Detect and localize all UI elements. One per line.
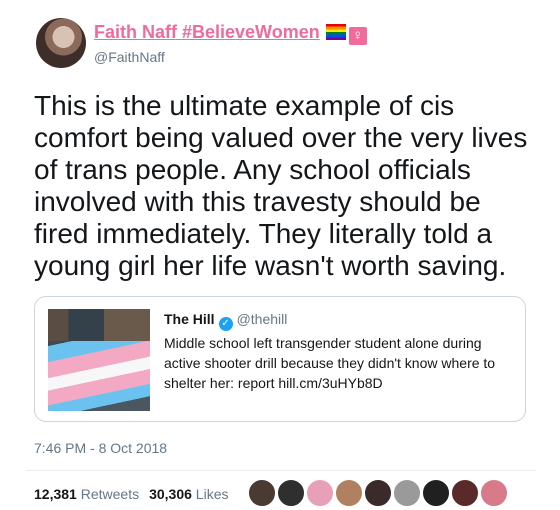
verified-badge-icon: ✓ <box>218 317 233 331</box>
liker-avatar[interactable] <box>247 478 277 508</box>
rainbow-flag-icon <box>325 24 346 40</box>
quoted-tweet-card[interactable]: The Hill ✓ @thehill Middle school left tra… <box>34 296 526 422</box>
tweet-text: This is the ultimate example of cis comf… <box>34 90 528 281</box>
engagement-stats: 12,381 Retweets 30,306 Likes <box>34 486 228 502</box>
liker-avatar[interactable] <box>479 478 509 508</box>
liker-avatar[interactable] <box>334 478 364 508</box>
liker-avatar[interactable] <box>450 478 480 508</box>
liker-avatar[interactable] <box>276 478 306 508</box>
liker-avatars <box>247 478 509 508</box>
author-avatar[interactable] <box>36 18 86 68</box>
author-handle[interactable]: @FaithNaff <box>94 49 165 65</box>
author-name[interactable]: Faith Naff #BelieveWomen ♀ <box>94 22 367 45</box>
liker-avatar[interactable] <box>421 478 451 508</box>
divider <box>26 470 536 471</box>
liker-avatar[interactable] <box>363 478 393 508</box>
quoted-author-name: The Hill <box>164 311 215 327</box>
retweets-stat[interactable]: 12,381 Retweets <box>34 486 139 502</box>
author-name-text[interactable]: Faith Naff #BelieveWomen <box>94 22 320 42</box>
quoted-author-handle: @thehill <box>236 311 288 327</box>
likes-label: Likes <box>195 486 229 502</box>
retweets-count: 12,381 <box>34 486 77 502</box>
female-sign-icon: ♀ <box>348 27 367 45</box>
quoted-tweet-text: Middle school left transgender student a… <box>164 335 496 391</box>
liker-avatar[interactable] <box>305 478 335 508</box>
quoted-tweet-image <box>48 309 150 411</box>
likes-stat[interactable]: 30,306 Likes <box>149 486 228 502</box>
retweets-label: Retweets <box>80 486 140 502</box>
liker-avatar[interactable] <box>392 478 422 508</box>
tweet-timestamp[interactable]: 7:46 PM - 8 Oct 2018 <box>34 440 167 456</box>
quoted-tweet-header: The Hill ✓ @thehill <box>164 311 287 331</box>
likes-count: 30,306 <box>149 486 192 502</box>
